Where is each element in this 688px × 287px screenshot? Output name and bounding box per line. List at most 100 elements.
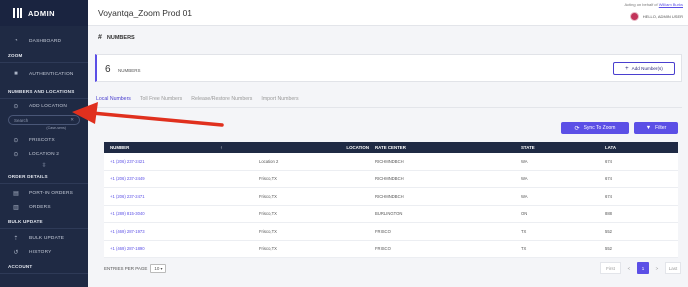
cell-number[interactable]: +1 (469) 287-1973: [104, 229, 253, 234]
cell-number[interactable]: +1 (206) 237-2421: [104, 159, 253, 164]
nav-location-frisco[interactable]: ⊙ FRISCOTX: [0, 133, 88, 147]
nav-port-in-orders-label: PORT-IN ORDERS: [29, 190, 74, 196]
nav-add-location[interactable]: ⊙ ADD LOCATION: [0, 99, 88, 113]
cell-lata: 552: [605, 228, 612, 234]
table-row[interactable]: +1 (289) 815-3040 Frisco,TX BURLINGTON O…: [104, 205, 678, 223]
table-row[interactable]: +1 (206) 237-2449 Frisco,TX RICHMNDBCH W…: [104, 170, 678, 188]
nav-dashboard-label: DASHBOARD: [29, 38, 62, 44]
account-title: Voyantqa_Zoom Prod 01: [98, 8, 193, 18]
topbar: Voyantqa_Zoom Prod 01 Acting on behalf o…: [88, 0, 688, 26]
section-zoom: ZOOM: [8, 52, 23, 58]
cell-location: Frisco,TX: [259, 246, 277, 252]
cell-location: Frisco,TX: [259, 228, 277, 234]
pagination-prev[interactable]: <: [623, 262, 635, 274]
cell-state: TX: [521, 228, 527, 234]
location-search-input[interactable]: Search ✕: [8, 115, 80, 125]
add-numbers-button[interactable]: + Add Number(s): [613, 62, 675, 75]
cell-rate-center: RICHMNDBCH: [375, 193, 404, 199]
nav-bulk-update-label: BULK UPDATE: [29, 235, 65, 241]
cell-location: Location 2: [259, 158, 279, 164]
location-pin-icon: ⊙: [13, 151, 19, 158]
cell-rate-center: RICHMNDBCH: [375, 158, 404, 164]
table-row[interactable]: +1 (206) 237-2421 Location 2 RICHMNDBCH …: [104, 153, 678, 171]
entries-per-page: ENTRIES PER PAGE 10 ▾: [104, 264, 167, 273]
acting-user-link[interactable]: William Burks: [659, 2, 683, 7]
col-number[interactable]: NUMBER: [104, 145, 253, 150]
sort-arrow-icon[interactable]: ↑: [220, 145, 222, 150]
pagination-page-current[interactable]: 1: [637, 262, 649, 274]
cell-number[interactable]: +1 (206) 237-2471: [104, 194, 253, 199]
chevron-down-icon: ▾: [160, 266, 163, 271]
cell-location: Frisco,TX: [259, 193, 277, 199]
nav-location-2[interactable]: ⊙ LOCATION 2: [0, 147, 88, 161]
entries-per-page-select[interactable]: 10 ▾: [150, 264, 167, 273]
cell-state: WA: [521, 158, 528, 164]
tab-divider: [95, 107, 682, 108]
clear-icon[interactable]: ✕: [70, 117, 74, 123]
cell-rate-center: BURLINGTON: [375, 211, 403, 217]
location-pin-icon: ⊙: [13, 103, 19, 110]
col-lata[interactable]: LATA: [599, 145, 678, 150]
add-numbers-label: Add Number(s): [631, 66, 663, 71]
nav-history-label: HISTORY: [29, 249, 52, 255]
col-location-label: LOCATION: [346, 145, 369, 150]
entries-per-page-value: 10: [154, 266, 160, 271]
nav-orders[interactable]: ▥ ORDERS: [0, 200, 88, 214]
nav-dashboard[interactable]: ◔ DASHBOARD: [0, 34, 88, 48]
filter-button[interactable]: ▼ Filter: [634, 122, 678, 134]
location-pin-icon: ⊙: [13, 137, 19, 144]
nav-history[interactable]: ↺ HISTORY: [0, 245, 88, 259]
cell-state: TX: [521, 246, 527, 252]
sliders-logo-icon: [12, 8, 23, 18]
hash-icon: #: [98, 34, 102, 41]
col-rate-center[interactable]: RATE CENTER: [369, 145, 515, 150]
filter-icon: ▼: [645, 125, 652, 131]
section-order-details: ORDER DETAILS: [8, 173, 48, 179]
sidebar: ADMIN ◔ DASHBOARD ZOOM ■ AUTHENTICATION …: [0, 0, 88, 287]
cell-number[interactable]: +1 (469) 287-1890: [104, 246, 253, 251]
search-placeholder: Search: [14, 117, 29, 123]
nav-port-in-orders[interactable]: ▤ PORT-IN ORDERS: [0, 186, 88, 200]
page-title: NUMBERS: [106, 34, 135, 41]
section-bulk-update: BULK UPDATE: [8, 218, 43, 224]
upload-icon: ⇡: [13, 235, 19, 242]
section-numbers-locations: NUMBERS AND LOCATIONS: [8, 88, 75, 94]
numbers-count-card: 6 NUMBERS + Add Number(s): [95, 54, 682, 82]
avatar[interactable]: [629, 12, 639, 21]
table-row[interactable]: +1 (206) 237-2471 Frisco,TX RICHMNDBCH W…: [104, 188, 678, 206]
cell-state: ON: [521, 211, 528, 217]
cell-lata: 674: [605, 158, 612, 164]
nav-bulk-update[interactable]: ⇡ BULK UPDATE: [0, 231, 88, 245]
nav-authentication-label: AUTHENTICATION: [29, 71, 74, 77]
numbers-count-label: NUMBERS: [118, 68, 141, 73]
sync-to-zoom-button[interactable]: ⟳ Sync To Zoom: [561, 122, 629, 134]
cell-rate-center: FRISCO: [375, 246, 391, 252]
sync-to-zoom-label: Sync To Zoom: [583, 125, 616, 131]
history-icon: ↺: [13, 249, 19, 256]
col-state[interactable]: STATE: [515, 145, 599, 150]
table-row[interactable]: +1 (469) 287-1890 Frisco,TX FRISCO TX 55…: [104, 240, 678, 258]
user-menu[interactable]: HELLO, ADMIN USER: [629, 12, 683, 21]
acting-on-behalf: Acting on behalf of William Burks: [625, 2, 684, 7]
sync-icon: ⟳: [574, 125, 580, 132]
brand-label: ADMIN: [28, 8, 56, 18]
cell-rate-center: FRISCO: [375, 228, 391, 234]
cell-number[interactable]: +1 (289) 815-3040: [104, 211, 253, 216]
pagination-next[interactable]: >: [651, 262, 663, 274]
table-row[interactable]: +1 (469) 287-1973 Frisco,TX FRISCO TX 55…: [104, 223, 678, 241]
list-icon: ▥: [13, 204, 19, 211]
acting-prefix: Acting on behalf of: [624, 2, 658, 7]
cell-lata: 674: [605, 176, 612, 182]
cell-state: WA: [521, 176, 528, 182]
dashboard-icon: ◔: [14, 38, 18, 44]
cell-number[interactable]: +1 (206) 237-2449: [104, 176, 253, 181]
expand-collapse-icon[interactable]: ⇳: [0, 161, 88, 169]
col-location[interactable]: ↑ LOCATION: [220, 145, 369, 150]
brand[interactable]: ADMIN: [0, 0, 88, 26]
entries-per-page-label: ENTRIES PER PAGE: [104, 266, 148, 271]
nav-authentication[interactable]: ■ AUTHENTICATION: [0, 67, 88, 81]
pagination-first[interactable]: First: [600, 262, 621, 274]
document-icon: ▤: [13, 190, 19, 197]
pagination-last[interactable]: Last: [665, 262, 681, 274]
video-camera-icon: ■: [14, 71, 18, 77]
